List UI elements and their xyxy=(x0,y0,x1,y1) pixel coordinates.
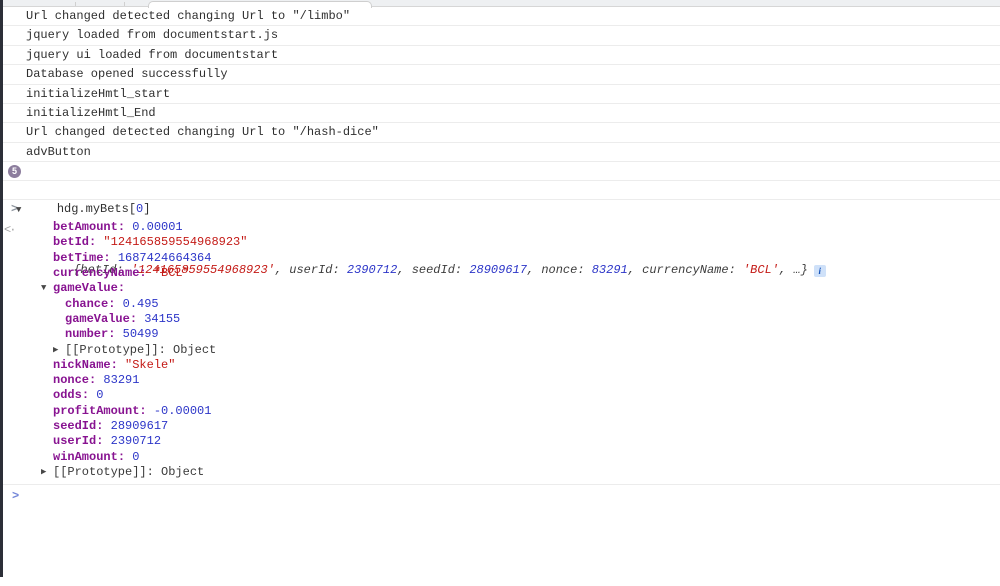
console-log-row: advButton xyxy=(0,143,1000,162)
property-key: gameValue xyxy=(65,312,144,326)
prompt-chevron-icon: > xyxy=(12,485,19,507)
toolbar-separator xyxy=(124,2,125,6)
property-value: 1687424664364 xyxy=(118,251,212,265)
console-prompt-input[interactable]: > xyxy=(0,485,1000,507)
property-value: 28909617 xyxy=(111,419,169,433)
console-log-row: Url changed detected changing Url to "/h… xyxy=(0,123,1000,142)
property-row: betAmount0.00001 xyxy=(0,220,1000,235)
property-key: chance xyxy=(65,297,123,311)
repeat-count-row: 5 xyxy=(0,162,1000,181)
message-count-badge: 5 xyxy=(8,165,21,178)
property-value: -0.00001 xyxy=(154,404,212,418)
property-value: 0.00001 xyxy=(132,220,182,234)
console-log-row: initializeHmtl_start xyxy=(0,85,1000,104)
property-value: "Skele" xyxy=(125,358,175,372)
console-log-row: Database opened successfully xyxy=(0,65,1000,84)
property-row: betId"124165859554968923" xyxy=(0,235,1000,250)
property-value: 0.495 xyxy=(123,297,159,311)
property-value: "124165859554968923" xyxy=(103,235,247,249)
property-key: betTime xyxy=(53,251,118,265)
console-log-row: jquery ui loaded from documentstart xyxy=(0,46,1000,65)
property-key: profitAmount xyxy=(53,404,154,418)
property-key: betId xyxy=(53,235,103,249)
property-value: 83291 xyxy=(103,373,139,387)
property-row: ▼ gameValue xyxy=(0,281,1000,296)
devtools-console: Url changed detected changing Url to "/l… xyxy=(0,7,1000,507)
property-key: userId xyxy=(53,434,111,448)
property-key: number xyxy=(65,327,123,341)
property-row: nonce83291 xyxy=(0,373,1000,388)
property-key: nonce xyxy=(53,373,103,387)
property-key: [[Prototype]] xyxy=(53,465,161,479)
property-value: 2390712 xyxy=(111,434,161,448)
property-value: 34155 xyxy=(144,312,180,326)
property-value: 0 xyxy=(96,388,103,402)
property-value: 0 xyxy=(132,450,139,464)
property-row: nickName"Skele" xyxy=(0,358,1000,373)
console-toolbar-clipped xyxy=(0,0,1000,7)
property-row: betTime1687424664364 xyxy=(0,251,1000,266)
expander-open-icon[interactable]: ▼ xyxy=(41,281,46,296)
prototype-row: ▶ [[Prototype]]Object xyxy=(0,465,1000,480)
property-key: nickName xyxy=(53,358,125,372)
property-value: Object xyxy=(173,343,216,357)
expander-closed-icon[interactable]: ▶ xyxy=(53,343,58,358)
console-filter-input[interactable] xyxy=(148,1,372,8)
toolbar-separator xyxy=(75,2,76,6)
expander-closed-icon[interactable]: ▶ xyxy=(41,465,46,480)
property-row: profitAmount-0.00001 xyxy=(0,404,1000,419)
property-row: odds0 xyxy=(0,388,1000,403)
property-key: betAmount xyxy=(53,220,132,234)
window-left-edge xyxy=(0,0,3,577)
property-key: [[Prototype]] xyxy=(65,343,173,357)
property-row: number50499 xyxy=(0,327,1000,342)
property-row: seedId28909617 xyxy=(0,419,1000,434)
property-row: userId2390712 xyxy=(0,434,1000,449)
property-key: winAmount xyxy=(53,450,132,464)
property-key: gameValue xyxy=(53,281,132,295)
property-value: 50499 xyxy=(123,327,159,341)
property-key: odds xyxy=(53,388,96,402)
property-key: seedId xyxy=(53,419,111,433)
collapse-expander-icon[interactable]: ▼ xyxy=(16,200,21,220)
property-row: chance0.495 xyxy=(0,297,1000,312)
property-row: currencyName"BCL" xyxy=(0,266,1000,281)
console-command-echo: >hdg.myBets[0] xyxy=(0,181,1000,200)
property-row: gameValue34155 xyxy=(0,312,1000,327)
property-value: "BCL" xyxy=(154,266,190,280)
console-log-row: Url changed detected changing Url to "/l… xyxy=(0,7,1000,26)
console-log-row: initializeHmtl_End xyxy=(0,104,1000,123)
expanded-object-properties: betAmount0.00001 betId"12416585955496892… xyxy=(0,220,1000,480)
property-row: winAmount0 xyxy=(0,450,1000,465)
console-log-row: jquery loaded from documentstart.js xyxy=(0,26,1000,45)
property-key: currencyName xyxy=(53,266,154,280)
prototype-row: ▶ [[Prototype]]Object xyxy=(0,343,1000,358)
property-value: Object xyxy=(161,465,204,479)
object-preview-line: <· ▼ {betId: '124165859554968923', userI… xyxy=(0,200,1000,220)
console-result: <· ▼ {betId: '124165859554968923', userI… xyxy=(0,200,1000,485)
